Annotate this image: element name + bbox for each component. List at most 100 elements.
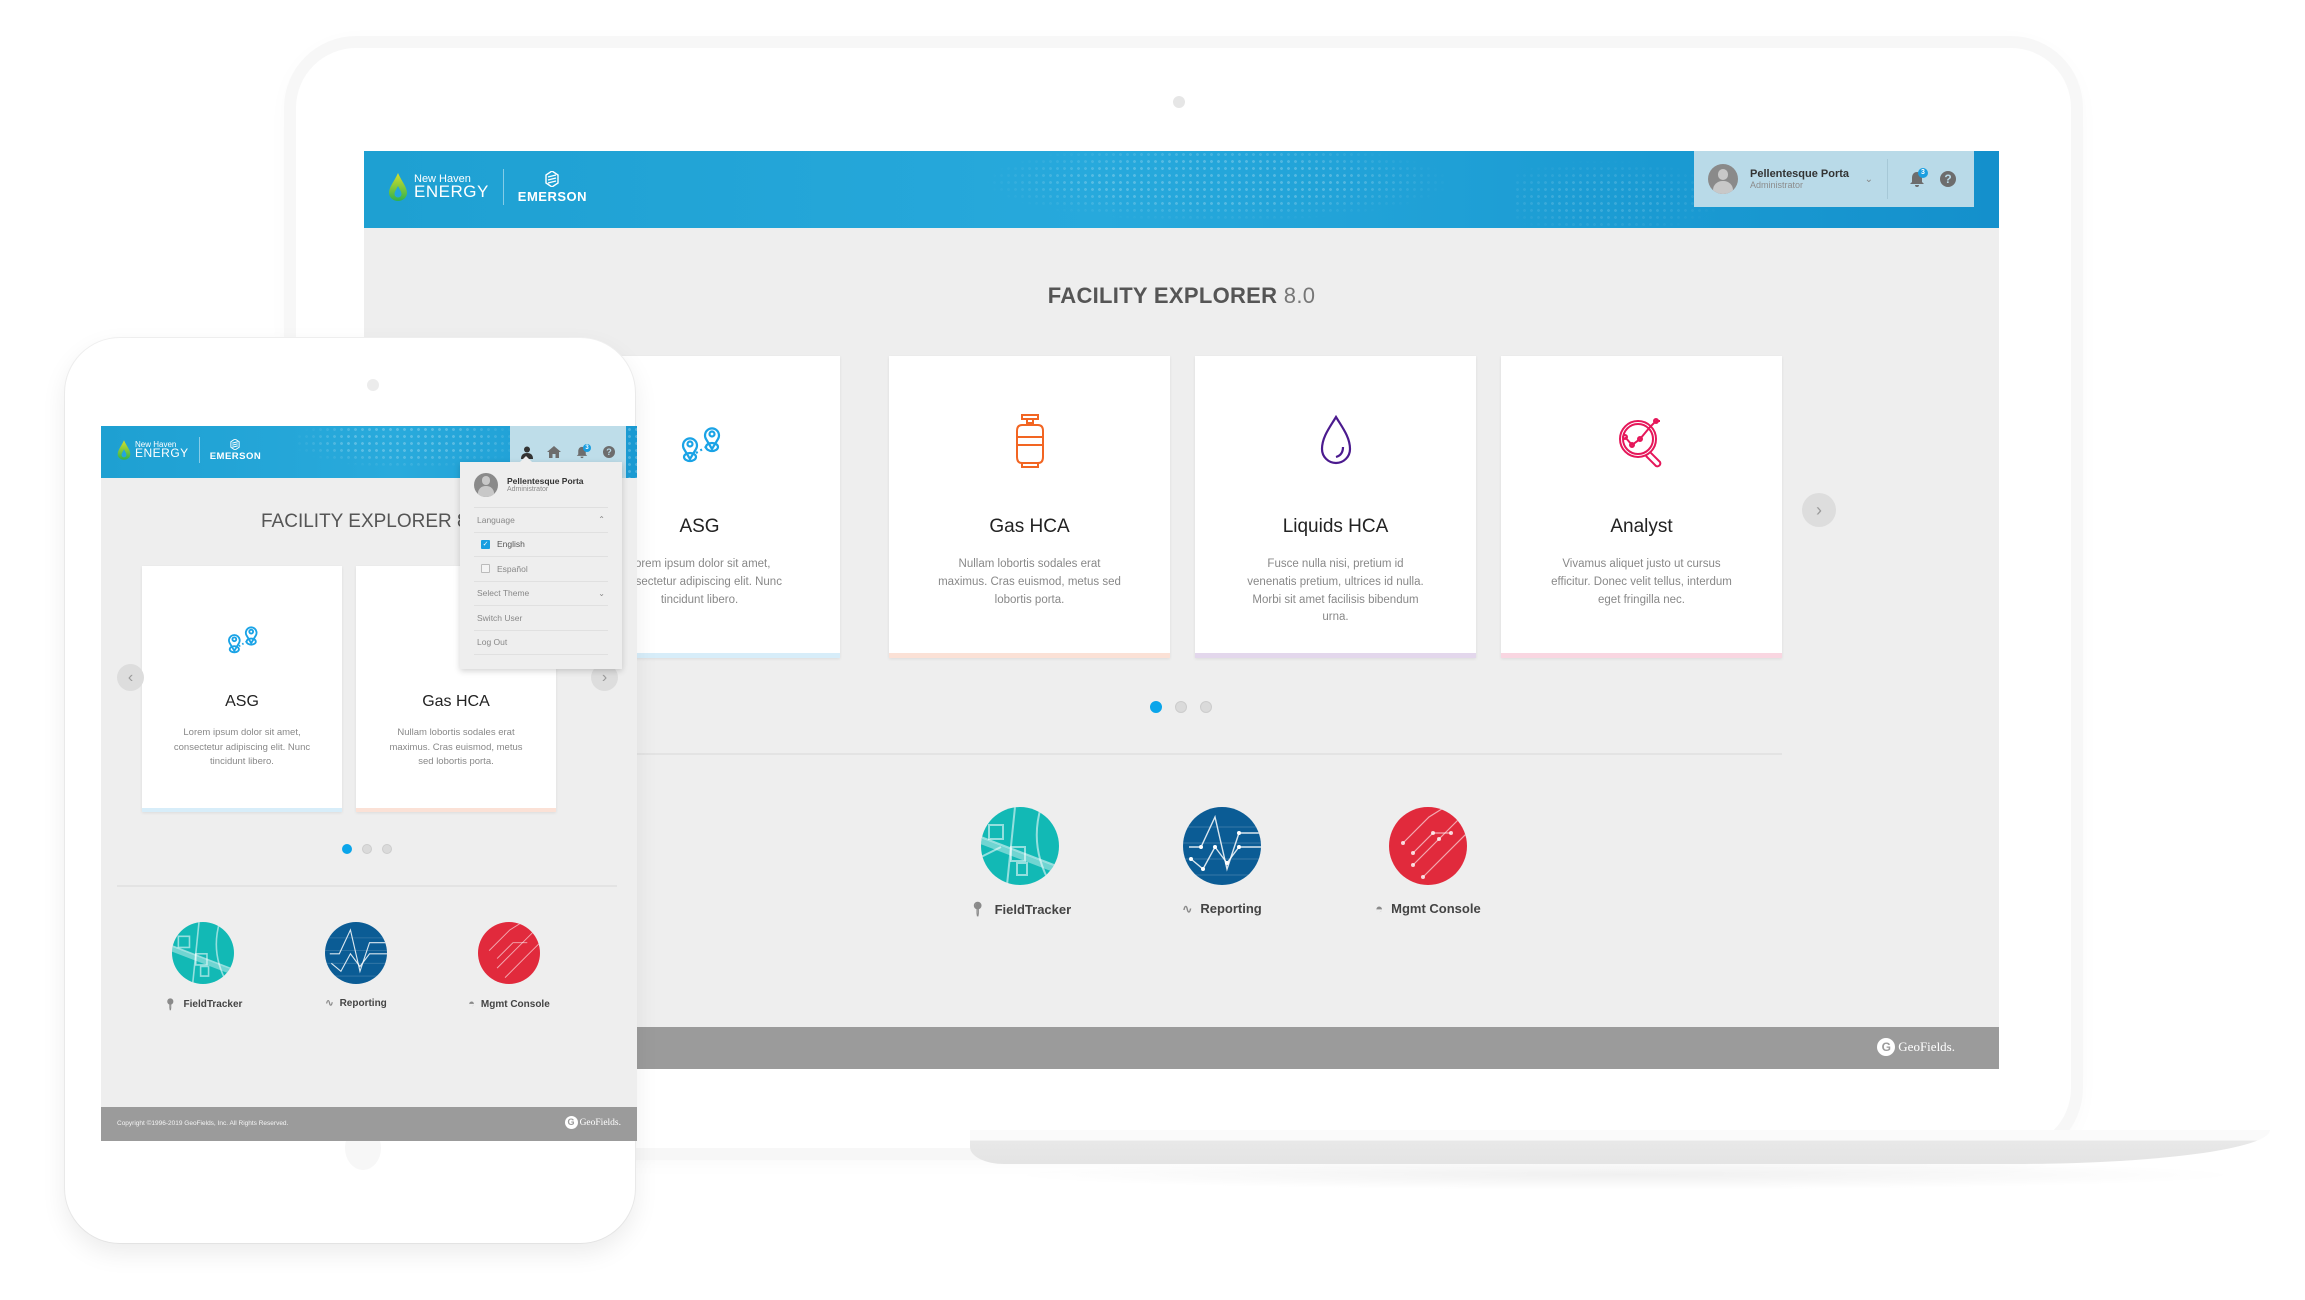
liquid-drop-icon: [1320, 414, 1351, 465]
geofields-globe-icon: G: [564, 1116, 578, 1129]
card-description: Nullam lobortis sodales erat maximus. Cr…: [938, 558, 1121, 606]
new-haven-energy-logo: New Haven ENERGY: [414, 172, 489, 202]
checkbox-checked-icon[interactable]: ✓: [481, 539, 490, 549]
user-dropdown-menu: Pellentesque Porta Administrator Languag…: [460, 456, 622, 669]
avatar: [474, 472, 498, 497]
menu-language-english[interactable]: ✓ English: [474, 533, 608, 557]
app-footer: Copyright ©1996-2019 GeoFields, Inc. All…: [101, 1107, 637, 1141]
carousel-dot-2[interactable]: [1175, 701, 1187, 713]
app-label: Reporting: [1200, 901, 1262, 916]
help-icon[interactable]: ?: [603, 446, 615, 458]
notification-bell-button[interactable]: 3: [575, 444, 591, 459]
app-mgmt-console[interactable]: ◓ Mgmt Console: [434, 922, 584, 1010]
magnifier-chart-icon: [1618, 418, 1661, 468]
app-label: Reporting: [339, 998, 387, 1009]
app-label: Mgmt Console: [480, 998, 550, 1010]
carousel-dot-1[interactable]: [1150, 701, 1162, 713]
line-chart-icon: ∿: [325, 998, 334, 1009]
world-map-pattern: [984, 151, 1504, 228]
gas-cylinder-icon: [1015, 414, 1044, 468]
emerson-logo: EMERSON: [518, 170, 587, 204]
card-accent-bar: [889, 653, 1170, 658]
new-haven-energy-logo: New Haven ENERGY: [135, 439, 189, 461]
brand-logos[interactable]: New Haven ENERGY EMERSON: [388, 169, 587, 205]
module-card-asg[interactable]: ASG Lorem ipsum dolor sit amet, consecte…: [142, 566, 342, 812]
module-card-gas-hca[interactable]: Gas HCA Nullam lobortis sodales erat max…: [889, 356, 1170, 658]
card-title: Analyst: [1610, 516, 1673, 537]
chevron-down-icon[interactable]: ⌄: [1865, 174, 1873, 185]
user-role: Administrator: [1750, 180, 1804, 190]
carousel-next-button[interactable]: ›: [1802, 493, 1836, 527]
menu-select-theme[interactable]: Select Theme ⌄: [474, 582, 608, 606]
card-title: Gas HCA: [989, 516, 1070, 537]
card-description: Vivamus aliquet justo ut cursus efficitu…: [1551, 558, 1732, 606]
notification-bell-button[interactable]: 3: [1906, 168, 1928, 190]
carousel-pagination: [1150, 701, 1212, 713]
laptop-camera: [1173, 96, 1185, 108]
fieldtracker-map-icon: [981, 807, 1059, 885]
app-header: New Haven ENERGY EMERSON Pellentesque Po…: [364, 151, 1999, 228]
new-haven-drop-icon: [389, 173, 407, 201]
dashboard-gauge-icon: ◓: [1375, 901, 1384, 916]
geofields-logo[interactable]: G GeoFields.: [1877, 1038, 1955, 1056]
user-info[interactable]: Pellentesque Porta Administrator: [1750, 168, 1865, 190]
map-pins-route-icon: [681, 427, 720, 463]
card-title: ASG: [225, 693, 259, 710]
carousel-dot-3[interactable]: [382, 844, 392, 854]
line-chart-icon: ∿: [1182, 901, 1193, 916]
card-accent-bar: [142, 808, 342, 812]
menu-log-out[interactable]: Log Out: [474, 631, 608, 655]
app-reporting[interactable]: ∿ Reporting: [1122, 807, 1322, 916]
menu-language-espanol[interactable]: Español: [474, 557, 608, 582]
home-icon[interactable]: [547, 446, 561, 458]
user-name: Pellentesque Porta: [507, 476, 584, 486]
checkbox-unchecked-icon[interactable]: [481, 564, 490, 574]
card-accent-bar: [1501, 653, 1782, 658]
carousel-dot-3[interactable]: [1200, 701, 1212, 713]
app-label: Mgmt Console: [1391, 901, 1481, 916]
emerson-logo: EMERSON: [210, 438, 262, 462]
fieldtracker-map-icon: [172, 922, 234, 984]
avatar[interactable]: [1708, 164, 1738, 194]
chevron-up-icon: ⌃: [598, 515, 605, 525]
app-fieldtracker[interactable]: 📍︎ FieldTracker: [128, 922, 278, 1011]
emerson-mark-icon: [230, 438, 241, 450]
brand-logos[interactable]: New Haven ENERGY EMERSON: [117, 437, 261, 463]
section-divider: [117, 885, 617, 887]
tablet-screen: New Haven ENERGY EMERSON 3 ? FACILITY EX…: [101, 426, 637, 1141]
user-role: Administrator: [507, 486, 549, 493]
world-map-pattern: [626, 426, 637, 478]
app-label: FieldTracker: [183, 999, 243, 1010]
help-icon[interactable]: ?: [1940, 171, 1956, 187]
card-description: Nullam lobortis sodales erat maximus. Cr…: [389, 727, 523, 768]
menu-user-header: Pellentesque Porta Administrator: [474, 462, 608, 508]
new-haven-drop-icon: [117, 440, 131, 460]
laptop-base-shadow: [1000, 1160, 2250, 1190]
location-pin-icon: 📍︎: [968, 901, 987, 917]
app-label: FieldTracker: [994, 902, 1072, 917]
page-title: FACILITY EXPLORER 8: [261, 511, 468, 532]
tablet-camera: [367, 379, 379, 391]
version-label: 8.0: [1283, 283, 1316, 308]
module-card-liquids-hca[interactable]: Liquids HCA Fusce nulla nisi, pretium id…: [1195, 356, 1476, 658]
geofields-logo[interactable]: G GeoFields.: [564, 1116, 621, 1129]
dashboard-gauge-icon: ◓: [468, 998, 475, 1010]
carousel-dot-2[interactable]: [362, 844, 372, 854]
menu-switch-user[interactable]: Switch User: [474, 606, 608, 631]
card-title: Gas HCA: [422, 693, 490, 710]
page-title: FACILITY EXPLORER 8.0: [1047, 283, 1316, 308]
menu-language-toggle[interactable]: Language ⌃: [474, 508, 608, 533]
app-reporting[interactable]: ∿ Reporting: [281, 922, 431, 1009]
notification-count-badge: 3: [583, 444, 591, 452]
mgmt-console-circuit-icon: [478, 922, 540, 984]
carousel-dot-1[interactable]: [342, 844, 352, 854]
module-card-analyst[interactable]: Analyst Vivamus aliquet justo ut cursus …: [1501, 356, 1782, 658]
carousel-prev-button[interactable]: ‹: [117, 664, 144, 691]
card-description: Lorem ipsum dolor sit amet, consectetur …: [173, 727, 311, 768]
app-fieldtracker[interactable]: 📍︎ FieldTracker: [920, 807, 1120, 918]
app-mgmt-console[interactable]: ◓ Mgmt Console: [1328, 807, 1528, 916]
carousel-pagination: [342, 844, 392, 854]
card-accent-bar: [356, 808, 556, 812]
copyright-text: Copyright ©1996-2019 GeoFields, Inc. All…: [117, 1120, 289, 1127]
mgmt-console-circuit-icon: [1389, 807, 1467, 885]
